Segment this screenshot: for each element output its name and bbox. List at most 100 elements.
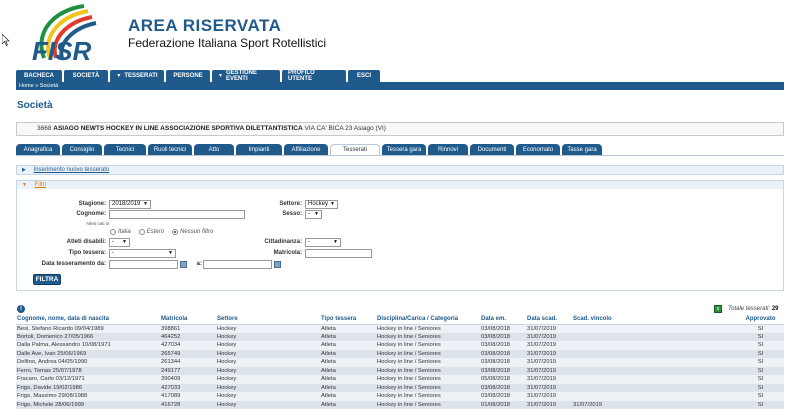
atleti-disabili-label: Atleti disabili: [66,239,106,245]
table-cell: Atleta [320,366,376,375]
filtra-button[interactable]: FILTRA [33,274,61,285]
radio-italia[interactable] [110,229,116,235]
column-header[interactable]: Approvato [736,315,784,325]
column-header[interactable]: Cognome, nome, data di nascita [16,315,160,325]
table-cell: Hockey in line / Seniores [376,366,480,375]
radio-nessun-filtro[interactable] [172,229,179,235]
table-cell: Atleta [320,383,376,392]
results-table: Cognome, nome, data di nascita Matricola S… [16,315,784,409]
tab-tecnici[interactable]: Tecnici [104,144,146,155]
triangle-right-icon: ▶ [22,167,26,173]
table-cell: 427033 [160,383,216,392]
menu-item-persone[interactable]: PERSONE [166,70,210,82]
table-row[interactable]: Fracaro, Carlo 03/12/1971 390409 Hockey Atl… [16,375,784,384]
data-da-input[interactable] [109,260,178,269]
calendar-icon[interactable] [180,261,187,268]
cittadinanza-select[interactable]: - ▼ [305,238,341,247]
tab-rinnovi[interactable]: Rinnovi [428,144,468,155]
tab-economato[interactable]: Economato [516,144,560,155]
breadcrumb: Home » Società [16,82,784,90]
stagione-select[interactable]: 2018/2019 ▼ [109,200,151,209]
table-row[interactable]: Frigo, Davide 19/02/1986 427033 Hockey Atle… [16,383,784,392]
table-row[interactable]: Bortoli, Domenico 27/05/1966 464252 Hockey… [16,332,784,341]
insert-section-header[interactable]: ▶ Inserimento nuovo tesserato [16,165,784,175]
calendar-icon[interactable] [274,261,281,268]
settore-select[interactable]: Hockey ▼ [305,200,338,209]
data-a-input[interactable] [203,260,272,269]
tab-impianti[interactable]: Impianti [236,144,282,155]
atleti-disabili-select[interactable]: - ▼ [109,238,130,247]
table-cell: Atleta [320,332,376,341]
table-cell: Atleta [320,324,376,333]
radio-estero[interactable] [138,229,145,235]
menu-item-bacheca[interactable]: BACHECA [16,70,62,82]
table-cell: 03/08/2018 [480,392,526,401]
tipo-tessera-select[interactable]: - ▼ [109,249,176,258]
tab-anagrafica[interactable]: Anagrafica [16,144,60,155]
table-row[interactable]: Frigo, Massimo 29/08/1988 417089 Hockey Atl… [16,392,784,401]
table-row[interactable]: Besi, Stefano Ricardo 09/04/1989 398861 Ho… [16,324,784,333]
tipo-tessera-value: - [112,250,114,256]
table-body: Besi, Stefano Ricardo 09/04/1989 398861 Ho… [16,324,784,409]
tab-ruoli-tecnici[interactable]: Ruoli tecnici [148,144,192,155]
menu-item-tesserati[interactable]: ▼ TESSERATI [110,70,164,82]
tab-affiliazione[interactable]: Affiliazione [284,144,328,155]
column-header[interactable]: Tipo tessera [320,315,376,325]
total-value: 29 [771,306,779,312]
table-row[interactable]: Frigo, Michele 28/06/1999 416728 Hockey Atl… [16,400,784,409]
table-cell: 398861 [160,324,216,333]
table-cell: SI [736,341,784,350]
nati-in-radios: Italia Estero Nessun filtro [102,229,213,235]
table-cell [572,341,736,350]
info-icon[interactable]: i [17,305,25,313]
chevron-down-icon: ▼ [116,73,122,79]
table-cell: 31/07/2019 [526,349,572,358]
table-cell: Delfino, Andrea 04/05/1990 [16,358,160,367]
tab-atto[interactable]: Atto [194,144,234,155]
column-header[interactable]: Scad. vincolo [572,315,736,325]
menu-item-profilo-utente[interactable]: PROFILO UTENTE [282,70,346,82]
app-subtitle: Federazione Italiana Sport Rotellistici [128,36,327,50]
sesso-select[interactable]: - ▼ [305,210,322,219]
table-cell: 31/07/2019 [526,400,572,409]
menu-item-societ-[interactable]: SOCIETÀ [64,70,108,82]
cognome-input[interactable] [109,210,245,219]
table-row[interactable]: Dalle Ave, Ivan 25/06/1969 265749 Hockey At… [16,349,784,358]
society-tabs: Anagrafica Consiglio Tecnici Ruoli tecnici A… [16,144,602,155]
table-cell: SI [736,392,784,401]
insert-new-link[interactable]: Inserimento nuovo tesserato [34,167,110,173]
tab-documenti[interactable]: Documenti [470,144,514,155]
column-header[interactable]: Data scad. [526,315,572,325]
mouse-cursor-icon [2,34,10,46]
data-da-label: Data tesseramento da: [41,261,106,267]
table-cell: 31/07/2019 [526,358,572,367]
table-row[interactable]: Delfino, Andrea 04/05/1990 261344 Hockey At… [16,358,784,367]
menu-item-esci[interactable]: ESCI [348,70,380,82]
filters-link[interactable]: Filtri [35,182,46,188]
society-code: 3668 [37,125,52,132]
column-header[interactable]: Matricola [160,315,216,325]
matricola-input[interactable] [305,249,372,258]
column-header[interactable]: Data em. [480,315,526,325]
table-cell: Frigo, Massimo 29/08/1988 [16,392,160,401]
table-cell: Frigo, Michele 28/06/1999 [16,400,160,409]
tab-tesserati[interactable]: Tesserati [330,144,380,155]
tab-consiglio[interactable]: Consiglio [62,144,102,155]
table-cell [572,375,736,384]
table-row[interactable]: Ferro, Tomas 25/07/1978 249177 Hockey Atlet… [16,366,784,375]
tab-tessera-gara[interactable]: Tessera gara [382,144,426,155]
excel-export-icon[interactable]: x [714,305,722,313]
column-header[interactable]: Settore [216,315,320,325]
table-cell: 261344 [160,358,216,367]
menu-item-gestione-eventi[interactable]: ▼ GESTIONE EVENTI [212,70,280,82]
table-row[interactable]: Dalla Palma, Alessandro 10/08/1971 427034… [16,341,784,350]
matricola-label: Matricola: [273,250,302,256]
society-info: 3668 ASIAGO NEWTS HOCKEY IN LINE ASSOCIA… [16,122,784,136]
tab-tasse-gara[interactable]: Tasse gara [562,144,602,155]
table-cell: Hockey in line / Seniores [376,341,480,350]
menu-item-label: GESTIONE EVENTI [225,70,257,82]
table-cell: 03/08/2018 [480,324,526,333]
column-header[interactable]: Disciplina/Carica / Categoria [376,315,480,325]
page-title: Società [17,100,53,111]
atleti-disabili-value: - [112,239,114,245]
